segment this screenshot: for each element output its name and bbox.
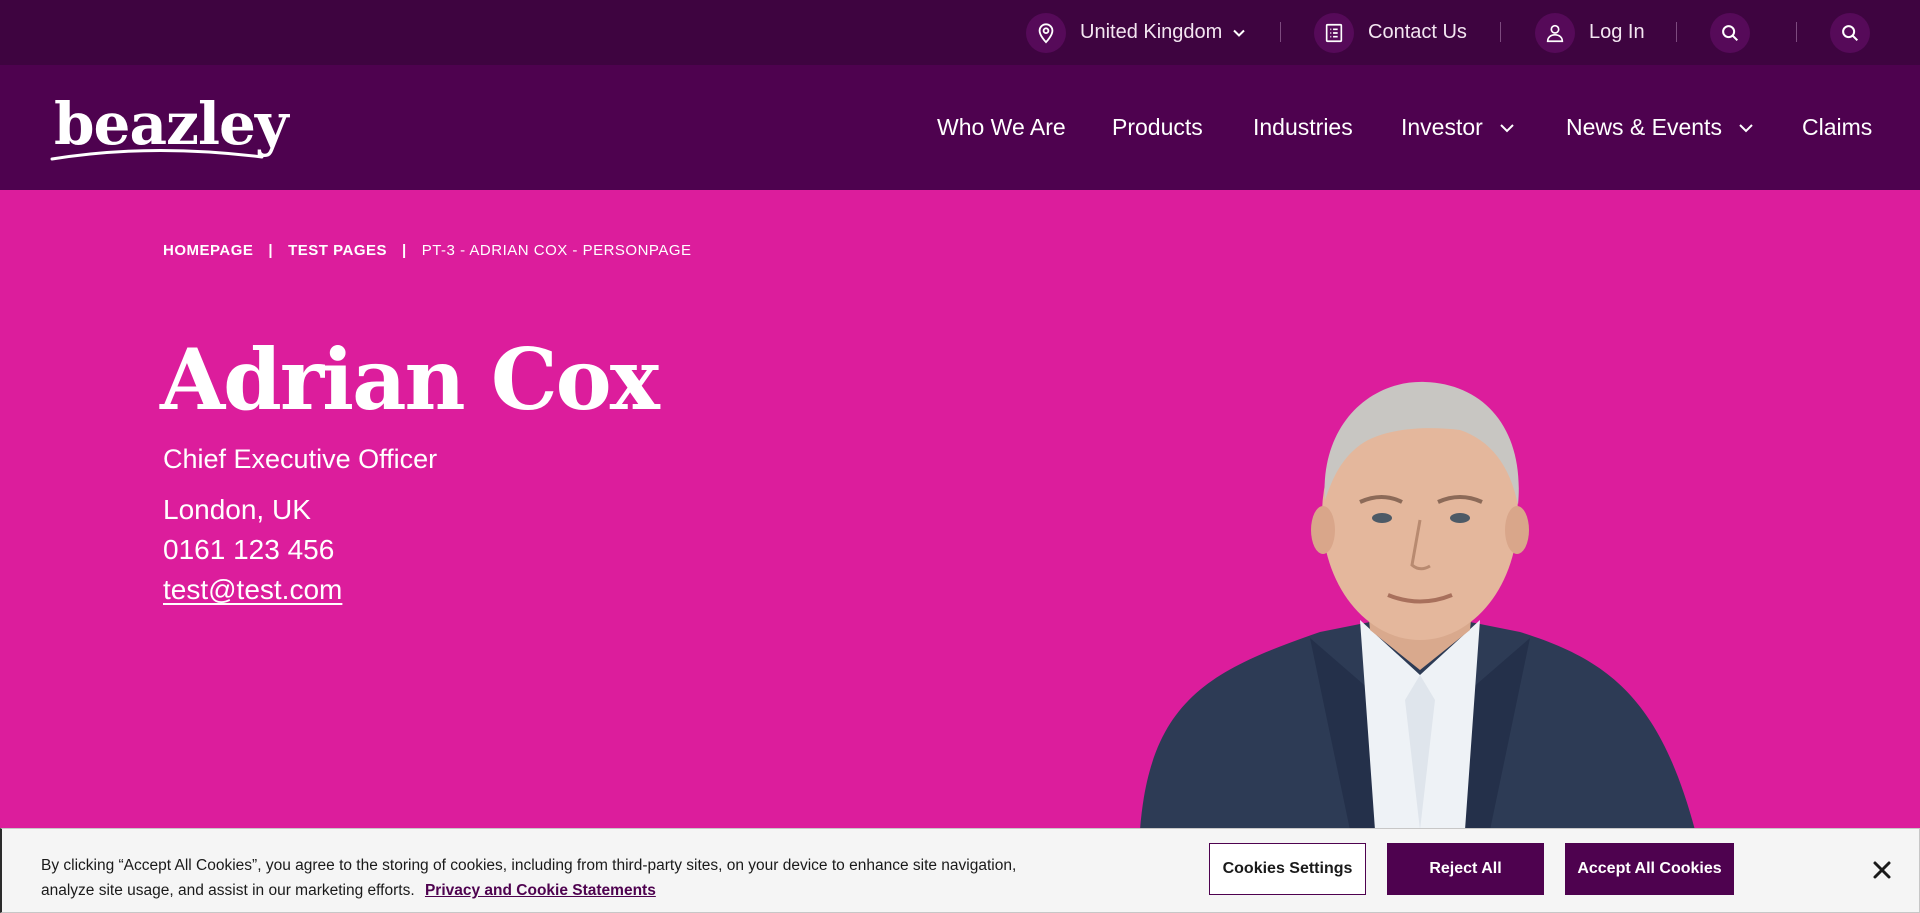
nav-who-we-are[interactable]: Who We Are	[937, 65, 1066, 190]
person-location: London, UK	[163, 494, 311, 525]
nav-claims[interactable]: Claims	[1802, 65, 1872, 190]
breadcrumb-separator: |	[402, 242, 407, 259]
breadcrumb-home[interactable]: HOMEPAGE	[163, 242, 253, 259]
nav-products[interactable]: Products	[1112, 65, 1203, 190]
region-selector[interactable]: United Kingdom	[1026, 0, 1246, 65]
search-button[interactable]	[1710, 0, 1750, 65]
logo-swoosh	[50, 148, 264, 161]
nav-label: Products	[1112, 114, 1203, 140]
divider	[1280, 22, 1281, 42]
log-in-link[interactable]: Log In	[1535, 0, 1645, 65]
person-email-link[interactable]: test@test.com	[163, 574, 342, 606]
accept-all-cookies-button[interactable]: Accept All Cookies	[1565, 843, 1734, 895]
cookie-message: By clicking “Accept All Cookies”, you ag…	[41, 853, 1071, 903]
nav-investor[interactable]: Investor	[1401, 65, 1515, 190]
breadcrumb-test-pages[interactable]: TEST PAGES	[288, 242, 387, 259]
search-button-secondary[interactable]	[1830, 0, 1870, 65]
nav-label: Industries	[1253, 114, 1353, 140]
cookies-settings-button[interactable]: Cookies Settings	[1209, 843, 1366, 895]
divider	[1676, 22, 1677, 42]
main-navigation: beazley Who We Are Products Industries I…	[0, 65, 1920, 190]
utility-bar: United Kingdom Contact Us Log In	[0, 0, 1920, 65]
person-role: Chief Executive Officer	[163, 444, 438, 474]
breadcrumb-separator: |	[268, 242, 274, 259]
contact-us-label: Contact Us	[1368, 21, 1467, 43]
person-name: Adrian Cox	[160, 330, 660, 429]
search-icon	[1710, 12, 1750, 53]
reject-all-button[interactable]: Reject All	[1387, 843, 1544, 895]
person-phone[interactable]: 0161 123 456	[163, 534, 334, 566]
nav-news-events[interactable]: News & Events	[1566, 65, 1754, 190]
person-portrait	[1140, 381, 1695, 830]
divider	[1796, 22, 1797, 42]
search-icon	[1830, 12, 1870, 53]
nav-label: Claims	[1802, 114, 1873, 140]
log-in-label: Log In	[1589, 21, 1645, 43]
beazley-logo[interactable]: beazley	[50, 93, 289, 169]
breadcrumb-current: PT-3 - ADRIAN COX - PERSONPAGE	[421, 242, 692, 259]
document-list-icon	[1314, 12, 1354, 53]
cookie-banner: By clicking “Accept All Cookies”, you ag…	[0, 828, 1920, 913]
close-icon[interactable]	[1870, 858, 1894, 882]
nav-label: Who We Are	[937, 114, 1066, 140]
user-icon	[1535, 12, 1575, 53]
nav-label: Investor	[1401, 114, 1483, 140]
chevron-down-icon	[1500, 123, 1514, 132]
region-label: United Kingdom	[1080, 21, 1223, 43]
nav-industries[interactable]: Industries	[1253, 65, 1353, 190]
divider	[1500, 22, 1501, 42]
chevron-down-icon	[1233, 29, 1246, 37]
chevron-down-icon	[1739, 123, 1753, 132]
contact-us-link[interactable]: Contact Us	[1314, 0, 1467, 65]
nav-label: News & Events	[1566, 114, 1722, 140]
privacy-cookie-link[interactable]: Privacy and Cookie Statements	[425, 882, 656, 899]
breadcrumb: HOMEPAGE | TEST PAGES | PT-3 - ADRIAN CO…	[163, 242, 692, 259]
location-pin-icon	[1026, 12, 1066, 53]
